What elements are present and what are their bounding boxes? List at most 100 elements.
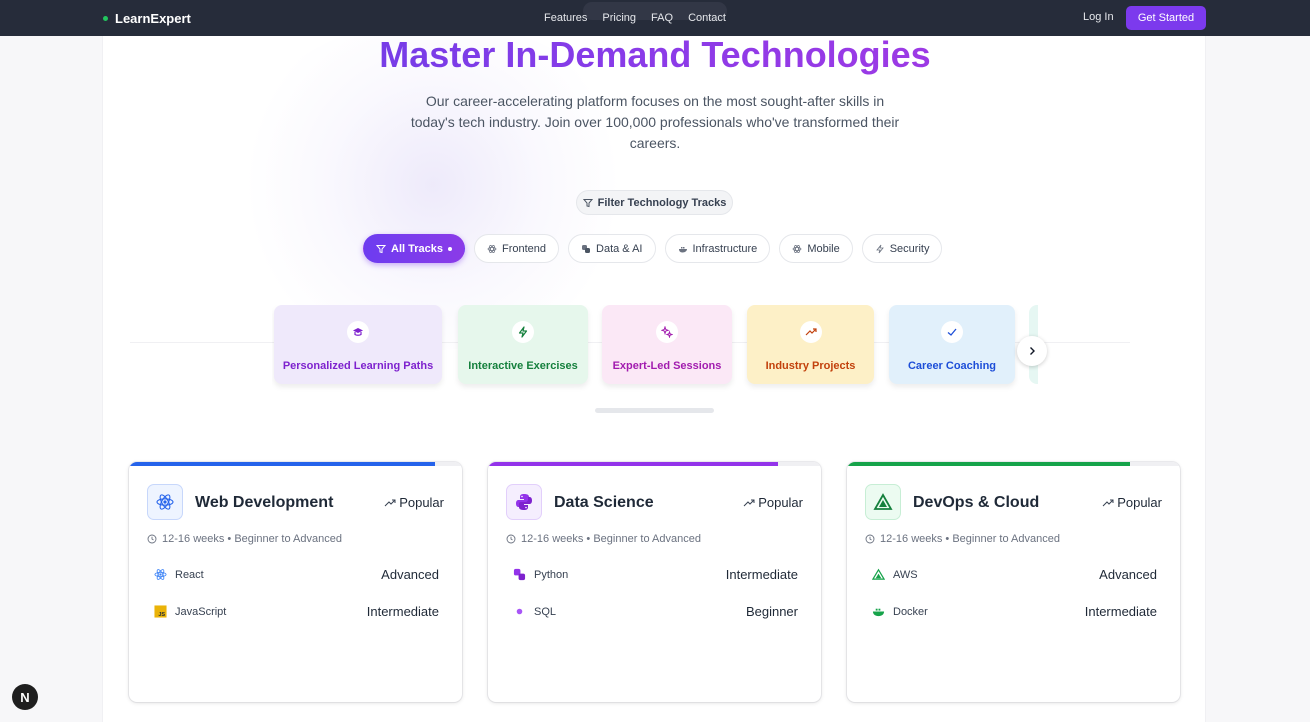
trending-up-icon	[799, 321, 822, 343]
card-progress-bar	[129, 462, 436, 466]
feature-card-industry-projects[interactable]: Industry Projects	[747, 305, 874, 384]
atom-icon	[792, 244, 802, 253]
feature-card-expert-sessions[interactable]: Expert-Led Sessions	[602, 305, 732, 384]
feature-carousel: Personalized Learning Paths Interactive …	[272, 305, 1038, 395]
track-filter-chips: All Tracks Frontend Data & AI Infrastruc…	[363, 234, 943, 263]
card-progress-bar	[488, 462, 778, 466]
top-navbar: LearnExpert Features Pricing FAQ Contact…	[0, 0, 1310, 36]
popular-badge: Popular	[384, 495, 444, 510]
meta-text: 12-16 weeks • Beginner to Advanced	[880, 533, 1060, 545]
course-meta: 12-16 weeks • Beginner to Advanced	[147, 533, 342, 545]
card-progress-bar	[847, 462, 1131, 466]
brand-dot-icon	[103, 15, 108, 21]
lightning-icon	[512, 321, 534, 343]
skill-name: AWS	[893, 568, 918, 581]
feature-card-personalized-paths[interactable]: Personalized Learning Paths	[274, 305, 442, 384]
docker-icon	[678, 246, 687, 252]
popular-badge: Popular	[743, 495, 803, 510]
feature-label: Interactive Exercises	[468, 360, 578, 372]
nextjs-badge-icon[interactable]: N	[12, 684, 38, 710]
carousel-next-button[interactable]	[1017, 336, 1047, 366]
docker-icon	[871, 605, 885, 619]
nav-link-faq[interactable]: FAQ	[651, 12, 673, 24]
check-icon	[941, 321, 963, 343]
skill-name: Python	[534, 568, 569, 581]
chip-label: Infrastructure	[692, 242, 758, 255]
skill-level: Intermediate	[366, 604, 439, 619]
filter-tracks-text: Filter Technology Tracks	[597, 196, 727, 209]
skill-row: AWS Advanced	[871, 567, 1157, 582]
chevron-right-icon	[1030, 347, 1035, 355]
course-meta: 12-16 weeks • Beginner to Advanced	[865, 533, 1060, 545]
filter-tracks-label: Filter Technology Tracks	[576, 190, 733, 215]
clock-icon	[147, 534, 157, 544]
react-icon	[147, 484, 183, 520]
badge-label: Popular	[758, 495, 803, 510]
chip-frontend[interactable]: Frontend	[473, 234, 560, 263]
graduation-cap-icon	[347, 321, 369, 343]
active-dot-icon	[447, 246, 452, 251]
python-icon	[582, 244, 591, 253]
aws-icon	[871, 568, 885, 582]
hero-subtitle: Our career-accelerating platform focuses…	[410, 93, 900, 151]
skill-name: Docker	[893, 605, 928, 618]
chip-label: All Tracks	[391, 242, 443, 255]
sparkles-icon	[656, 321, 678, 343]
chip-label: Frontend	[501, 242, 547, 255]
trending-up-icon	[384, 499, 396, 506]
nav-link-pricing[interactable]: Pricing	[602, 12, 636, 24]
carousel-scrollbar[interactable]	[595, 408, 714, 413]
course-card-data-science[interactable]: Data Science Popular 12-16 weeks • Begin…	[488, 462, 821, 702]
brand-name: LearnExpert	[115, 10, 191, 26]
skill-row: Python Intermediate	[512, 567, 798, 582]
svg-text:JS: JS	[158, 612, 165, 618]
feature-label: Industry Projects	[765, 360, 856, 372]
chip-security[interactable]: Security	[861, 234, 943, 263]
skill-row: React Advanced	[153, 567, 439, 582]
course-card-devops-cloud[interactable]: DevOps & Cloud Popular 12-16 weeks • Beg…	[847, 462, 1180, 702]
feature-card-career-coaching[interactable]: Career Coaching	[889, 305, 1015, 384]
course-card-web-development[interactable]: Web Development Popular 12-16 weeks • Be…	[129, 462, 462, 702]
login-link[interactable]: Log In	[1083, 11, 1114, 23]
chip-all-tracks[interactable]: All Tracks	[363, 234, 465, 263]
skill-name: SQL	[534, 605, 557, 618]
skill-row: SQL Beginner	[512, 604, 798, 619]
nav-link-contact[interactable]: Contact	[688, 12, 726, 24]
skill-row: Docker Intermediate	[871, 604, 1157, 619]
brand-logo[interactable]: LearnExpert	[103, 0, 191, 36]
trending-up-icon	[1102, 499, 1114, 506]
feature-label: Career Coaching	[907, 360, 997, 372]
trending-up-icon	[743, 499, 755, 506]
chip-infrastructure[interactable]: Infrastructure	[664, 234, 771, 263]
chip-label: Data & AI	[596, 242, 643, 255]
badge-label: Popular	[1117, 495, 1162, 510]
feature-card-interactive-exercises[interactable]: Interactive Exercises	[458, 305, 588, 384]
skill-name: React	[175, 568, 204, 581]
nav-link-features[interactable]: Features	[544, 12, 587, 24]
nav-links: Features Pricing FAQ Contact	[544, 0, 726, 36]
feature-label: Expert-Led Sessions	[612, 360, 722, 372]
card-title: DevOps & Cloud	[913, 494, 1040, 511]
chip-label: Security	[889, 242, 930, 255]
card-title: Web Development	[195, 494, 334, 511]
react-icon	[153, 568, 167, 582]
card-title: Data Science	[554, 494, 654, 511]
popular-badge: Popular	[1102, 495, 1162, 510]
badge-label: Popular	[399, 495, 444, 510]
skill-name: JavaScript	[175, 605, 227, 618]
page: LearnExpert Features Pricing FAQ Contact…	[0, 0, 1310, 722]
javascript-icon: JS	[153, 605, 167, 619]
dot-icon	[512, 605, 526, 619]
course-meta: 12-16 weeks • Beginner to Advanced	[506, 533, 701, 545]
clock-icon	[865, 534, 875, 544]
chip-mobile[interactable]: Mobile	[779, 234, 853, 263]
page-title: Master In-Demand Technologies	[0, 34, 1310, 76]
get-started-button[interactable]: Get Started	[1126, 6, 1206, 30]
skill-row: JS JavaScript Intermediate	[153, 604, 439, 619]
aws-icon	[865, 484, 901, 520]
lightning-icon	[875, 244, 884, 253]
skill-level: Intermediate	[725, 567, 798, 582]
chip-data-ai[interactable]: Data & AI	[568, 234, 656, 263]
filter-icon	[376, 244, 386, 253]
clock-icon	[506, 534, 516, 544]
